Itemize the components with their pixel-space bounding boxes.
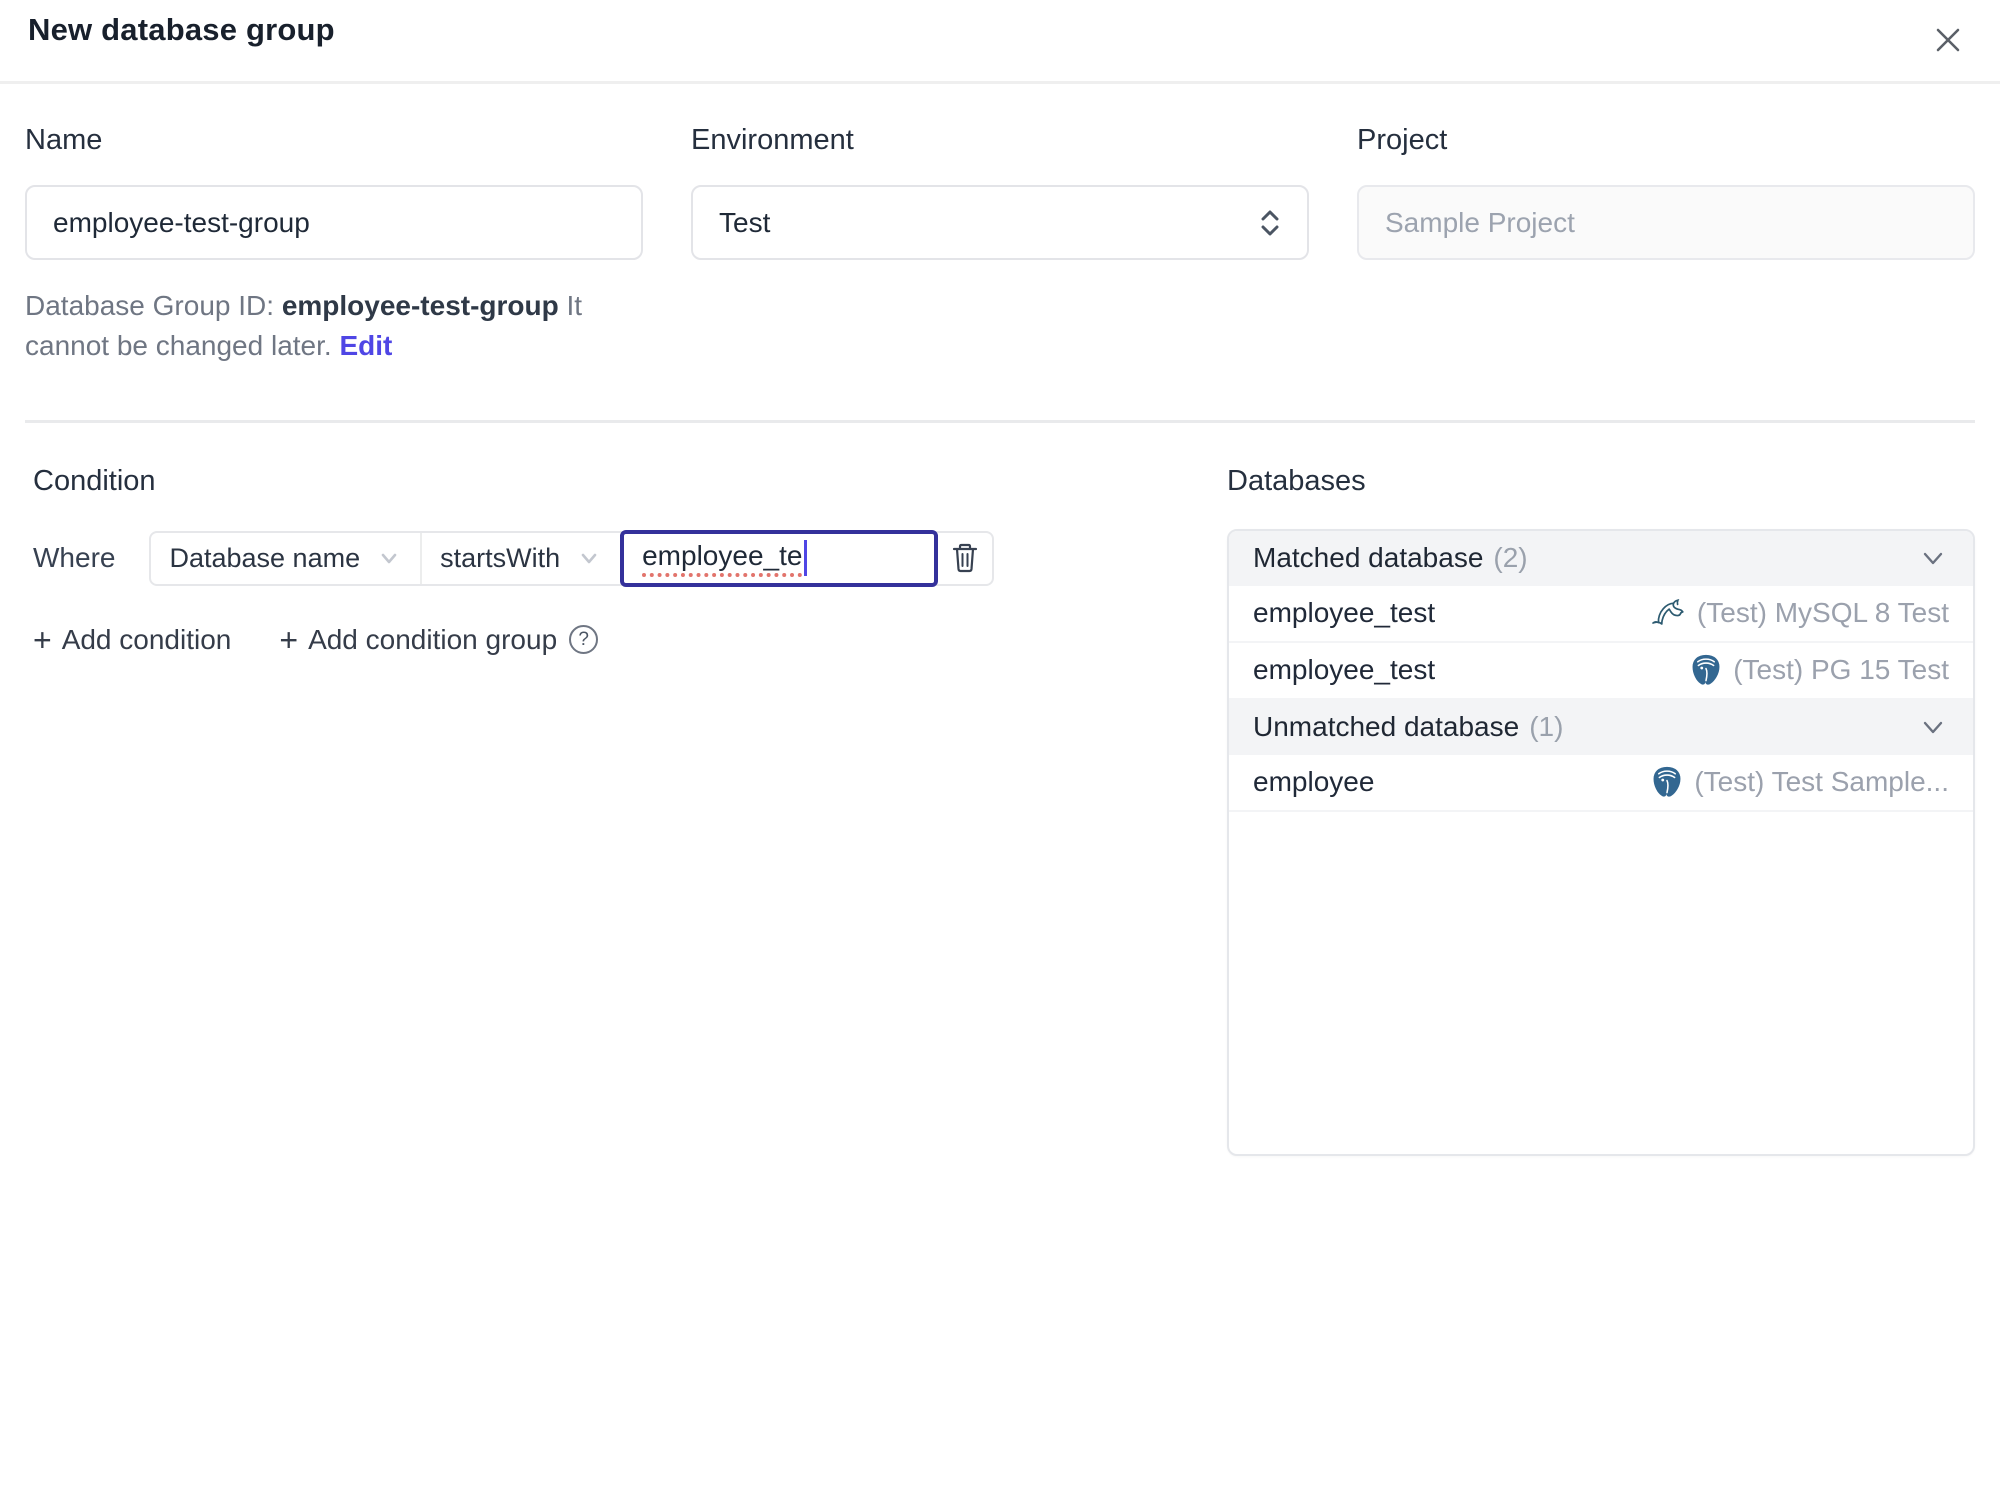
condition-actions: + Add condition + Add condition group ? (33, 624, 1227, 656)
instance-info: (Test) MySQL 8 Test (1649, 597, 1949, 629)
condition-section: Condition Where Database name startsWith (25, 465, 1227, 656)
unmatched-database-header[interactable]: Unmatched database (1) (1229, 699, 1973, 755)
condition-heading: Condition (33, 464, 156, 497)
project-value: Sample Project (1385, 206, 1575, 238)
id-note-prefix: Database Group ID: (25, 290, 282, 321)
environment-label: Environment (691, 124, 854, 156)
add-condition-button[interactable]: + Add condition (33, 624, 231, 656)
dialog-header: New database group (0, 0, 2000, 84)
condition-value-input[interactable]: employee_te (620, 529, 939, 587)
add-condition-group-button[interactable]: + Add condition group ? (279, 621, 599, 658)
top-form: Name Database Group ID: employee-test-gr… (0, 124, 2000, 366)
name-input[interactable] (25, 185, 643, 260)
main-content: Condition Where Database name startsWith (0, 465, 2000, 1156)
help-icon[interactable]: ? (569, 625, 599, 654)
matched-count-badge: (2) (1493, 542, 1528, 573)
matched-database-header[interactable]: Matched database (2) (1229, 530, 1973, 586)
chevron-down-icon (1917, 711, 1949, 743)
name-field-group: Name Database Group ID: employee-test-gr… (25, 124, 643, 366)
new-database-group-dialog: New database group Name Database Group I… (0, 0, 2000, 1500)
condition-field-select[interactable]: Database name (151, 532, 423, 584)
instance-name: (Test) MySQL 8 Test (1696, 597, 1949, 628)
plus-icon: + (33, 621, 52, 658)
matched-database-title: Matched database (2) (1253, 542, 1528, 573)
add-condition-group-label: Add condition group (308, 623, 558, 655)
instance-info: (Test) Test Sample... (1650, 765, 1949, 799)
condition-value-text: employee_te (642, 540, 803, 577)
project-field: Sample Project (1357, 185, 1975, 260)
where-label: Where (33, 542, 116, 573)
project-label: Project (1357, 124, 1448, 156)
environment-field-group: Environment Test (691, 124, 1309, 366)
text-cursor (804, 540, 808, 576)
edit-id-link[interactable]: Edit (339, 330, 392, 361)
instance-name: (Test) Test Sample... (1694, 766, 1949, 797)
chevron-up-down-icon (1255, 205, 1285, 241)
trash-icon (948, 540, 982, 576)
name-label: Name (25, 124, 103, 156)
unmatched-database-title: Unmatched database (1) (1253, 711, 1564, 742)
project-field-group: Project Sample Project (1357, 124, 1975, 366)
database-row[interactable]: employee (Test) Test Sample... (1229, 755, 1973, 812)
condition-operator-select[interactable]: startsWith (422, 533, 620, 584)
condition-expression-group: Database name startsWith employee_te (149, 529, 995, 587)
add-condition-label: Add condition (61, 623, 232, 655)
plus-icon: + (279, 621, 299, 658)
postgres-icon (1650, 765, 1684, 799)
environment-select[interactable]: Test (691, 185, 1309, 260)
close-icon (1928, 20, 1968, 60)
database-row[interactable]: employee_test (Test) MySQL 8 Test (1229, 586, 1973, 643)
database-row[interactable]: employee_test (Test) PG 15 Test (1229, 643, 1973, 700)
condition-operator-value: startsWith (440, 542, 561, 573)
delete-condition-button[interactable] (938, 533, 992, 584)
environment-selected-value: Test (719, 206, 771, 238)
id-note-value: employee-test-group (281, 290, 559, 321)
databases-heading: Databases (1227, 464, 1366, 497)
unmatched-count-badge: (1) (1529, 711, 1564, 742)
condition-field-value: Database name (169, 542, 361, 573)
condition-row: Where Database name startsWith employee_… (33, 529, 1227, 587)
database-group-id-note: Database Group ID: employee-test-group I… (25, 286, 643, 366)
close-button[interactable] (1922, 14, 1974, 66)
instance-info: (Test) PG 15 Test (1689, 653, 1949, 687)
page-title: New database group (28, 12, 335, 47)
databases-panel: Matched database (2) employee_test (Test… (1227, 528, 1975, 1156)
chevron-down-icon (376, 545, 402, 571)
section-divider (25, 419, 1975, 423)
chevron-down-icon (1917, 542, 1949, 574)
databases-section: Databases Matched database (2) employee_… (1227, 465, 1975, 1156)
chevron-down-icon (576, 545, 602, 571)
mysql-icon (1649, 597, 1687, 629)
postgres-icon (1689, 653, 1723, 687)
instance-name: (Test) PG 15 Test (1733, 654, 1949, 685)
